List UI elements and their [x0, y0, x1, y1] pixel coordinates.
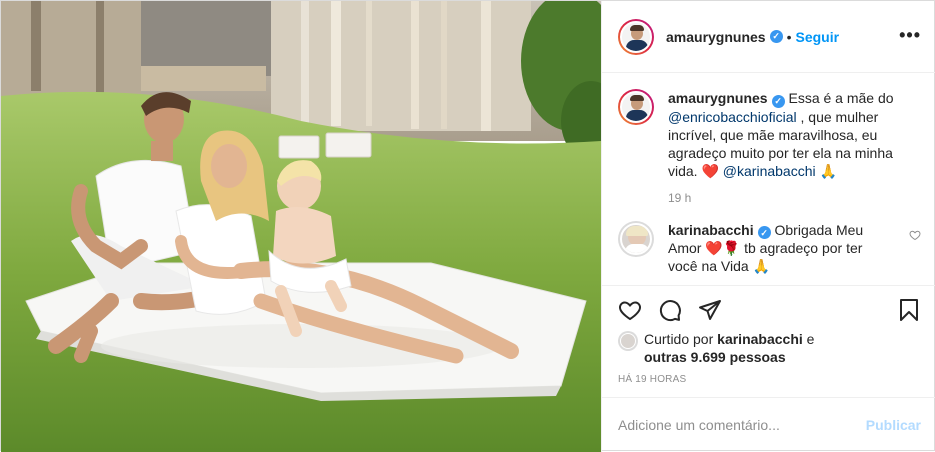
- post-photo[interactable]: [1, 1, 601, 452]
- verified-icon: ✓: [771, 94, 785, 108]
- comment-text: karinabacchi ✓ Obrigada Meu Amor ❤️🌹 tb a…: [668, 221, 893, 276]
- comment-like-heart-icon[interactable]: [909, 229, 921, 241]
- caption-username[interactable]: amaurygnunes: [668, 90, 768, 106]
- comment-input[interactable]: Adicione um comentário...: [618, 417, 866, 433]
- commenter-avatar[interactable]: [618, 220, 654, 257]
- verified-icon: ✓: [769, 30, 783, 43]
- action-bar: [602, 285, 935, 333]
- heart-icon[interactable]: [618, 298, 642, 322]
- likes-suffix: e: [806, 331, 815, 347]
- mention-link[interactable]: @enricobacchioficial: [668, 109, 797, 125]
- liker-avatar[interactable]: [618, 331, 638, 351]
- more-icon[interactable]: •••: [899, 26, 921, 44]
- comment-icon[interactable]: [658, 298, 682, 322]
- caption-time[interactable]: 19 h: [668, 191, 921, 205]
- likes-summary: Curtido por karinabacchi e outras 9.699 …: [618, 330, 814, 366]
- caption-text-before: Essa é a mãe do: [788, 90, 894, 106]
- likes-text: Curtido por karinabacchi e outras 9.699 …: [644, 330, 814, 366]
- praying-hands-emoji: 🙏: [819, 162, 837, 179]
- post-timestamp[interactable]: HÁ 19 HORAS: [618, 374, 686, 385]
- separator-dot: •: [786, 28, 792, 45]
- caption-text: amaurygnunes ✓ Essa é a mãe do @enricobac…: [668, 89, 898, 180]
- publish-button[interactable]: Publicar: [866, 417, 921, 433]
- likes-count[interactable]: outras 9.699 pessoas: [644, 349, 786, 365]
- post-side-panel: amaurygnunes ✓ • Seguir ••• amaurygnunes…: [601, 1, 935, 452]
- add-comment-bar: Adicione um comentário... Publicar: [602, 397, 935, 452]
- likes-prefix: Curtido por: [644, 331, 714, 347]
- commenter-username[interactable]: karinabacchi: [668, 222, 754, 238]
- author-username[interactable]: amaurygnunes: [666, 29, 766, 45]
- follow-button[interactable]: Seguir: [796, 29, 840, 45]
- instagram-post: amaurygnunes ✓ • Seguir ••• amaurygnunes…: [0, 0, 935, 452]
- bookmark-icon[interactable]: [897, 298, 921, 322]
- post-header: amaurygnunes ✓ • Seguir •••: [602, 1, 935, 73]
- heart-emoji: ❤️: [701, 162, 719, 179]
- caption: amaurygnunes ✓ Essa é a mãe do @enricobac…: [618, 89, 921, 180]
- caption-avatar[interactable]: [618, 89, 654, 125]
- comment: karinabacchi ✓ Obrigada Meu Amor ❤️🌹 tb a…: [618, 220, 921, 276]
- comments-list[interactable]: amaurygnunes ✓ Essa é a mãe do @enricobac…: [602, 73, 935, 285]
- share-icon[interactable]: [698, 298, 722, 322]
- author-avatar[interactable]: [618, 18, 654, 55]
- heart-rose-emoji: ❤️🌹: [705, 240, 741, 256]
- verified-icon: ✓: [757, 226, 771, 239]
- praying-hands-emoji: 🙏: [752, 258, 771, 274]
- mention-link[interactable]: @karinabacchi: [723, 163, 816, 179]
- liker-username[interactable]: karinabacchi: [717, 331, 803, 347]
